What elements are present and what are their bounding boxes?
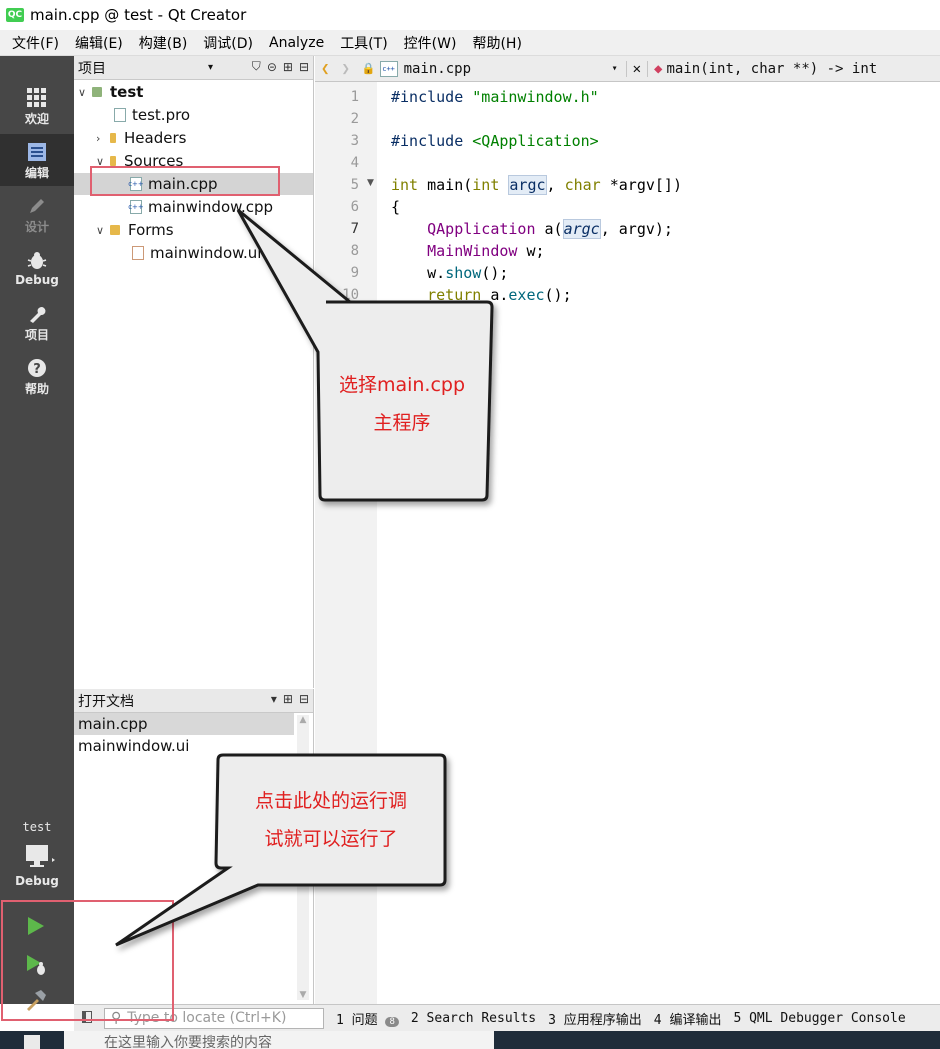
callout-bubble-select-main — [236, 208, 494, 502]
callout-line: 选择main.cpp — [338, 374, 466, 396]
callout-line: 主程序 — [373, 412, 431, 434]
callout-line: 点击此处的运行调 — [254, 790, 407, 812]
callout-shapes — [115, 208, 494, 947]
callout-text-select-main: 选择main.cpp 主程序 — [322, 366, 482, 442]
callout-line: 试就可以运行了 — [264, 828, 398, 850]
callout-text-run: 点击此处的运行调 试就可以运行了 — [226, 782, 436, 858]
